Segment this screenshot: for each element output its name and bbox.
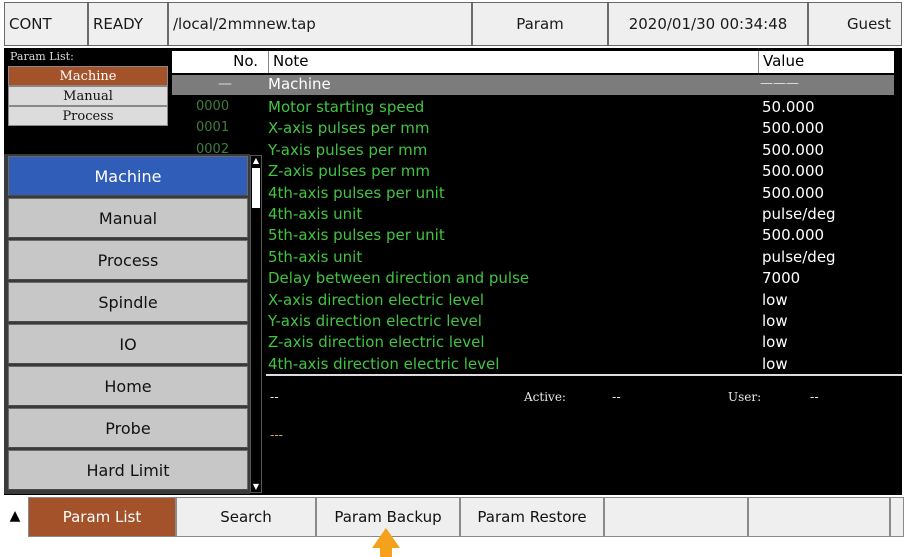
- triangle-up-icon[interactable]: ▲: [251, 156, 261, 166]
- table-row[interactable]: 0002 Y-axis pulses per mm 500.000: [172, 140, 894, 161]
- user-indicator: Guest: [808, 2, 902, 46]
- table-row[interactable]: X-axis direction electric level low: [172, 290, 894, 311]
- param-note: Y-axis direction electric level: [268, 312, 482, 330]
- table-group-row[interactable]: — Machine ———: [172, 75, 894, 95]
- group-value: ———: [760, 76, 799, 91]
- table-row[interactable]: 5th-axis unit pulse/deg: [172, 247, 894, 268]
- param-restore-button[interactable]: Param Restore: [460, 497, 604, 537]
- menu-item-manual[interactable]: Manual: [8, 198, 248, 238]
- category-manual[interactable]: Manual: [8, 86, 168, 106]
- param-value: pulse/deg: [762, 205, 836, 223]
- param-note: 5th-axis pulses per unit: [268, 226, 445, 245]
- datetime-display: 2020/01/30 00:34:48: [608, 2, 808, 46]
- param-value: low: [762, 312, 788, 330]
- param-value: low: [762, 290, 788, 309]
- param-value: 500.000: [762, 183, 825, 202]
- param-number: 0000: [196, 99, 230, 114]
- search-button[interactable]: Search: [176, 497, 316, 537]
- category-process[interactable]: Process: [8, 106, 168, 126]
- table-row[interactable]: 4th-axis unit pulse/deg: [172, 204, 894, 225]
- table-row[interactable]: 4th-axis direction electric level low: [172, 354, 894, 375]
- softkey-bar: ▲ Param List Search Param Backup Param R…: [0, 497, 904, 537]
- screen-name: Param: [472, 2, 608, 46]
- header-note: Note: [268, 51, 758, 73]
- triangle-up-icon[interactable]: ▲: [6, 497, 24, 537]
- active-value: --: [612, 390, 621, 404]
- param-value: pulse/deg: [762, 247, 836, 266]
- group-no: —: [218, 76, 232, 92]
- param-info-line: --: [270, 390, 279, 404]
- table-row[interactable]: 0000 Motor starting speed 50.000: [172, 97, 894, 118]
- param-description-line: ---: [270, 428, 283, 442]
- param-note: 4th-axis direction electric level: [268, 354, 500, 373]
- param-value: 500.000: [762, 162, 825, 181]
- up-arrow-pointer-icon: [372, 528, 400, 548]
- table-row[interactable]: 0001 X-axis pulses per mm 500.000: [172, 118, 894, 139]
- param-note: 5th-axis unit: [268, 247, 363, 266]
- param-note: 4th-axis pulses per unit: [268, 183, 445, 202]
- group-title: Machine: [268, 75, 331, 93]
- menu-item-hard-limit[interactable]: Hard Limit: [8, 450, 248, 490]
- param-value: 500.000: [762, 226, 825, 245]
- menu-item-io[interactable]: IO: [8, 324, 248, 364]
- header-value: Value: [758, 51, 894, 73]
- param-value: 7000: [762, 269, 801, 288]
- divider: [266, 374, 902, 376]
- user-value: --: [810, 390, 819, 404]
- param-note: Z-axis pulses per mm: [268, 162, 430, 181]
- param-category-menu: Machine Manual Process Spindle IO Home P…: [4, 154, 250, 494]
- param-value: low: [762, 333, 788, 352]
- param-number: 0001: [196, 120, 230, 136]
- status-bar: CONT READY /local/2mmnew.tap Param 2020/…: [4, 0, 902, 48]
- state-indicator: READY: [88, 2, 168, 46]
- param-note: Delay between direction and pulse: [268, 269, 530, 288]
- param-value: 500.000: [762, 140, 825, 159]
- table-row[interactable]: 4th-axis pulses per unit 500.000: [172, 183, 894, 204]
- menu-scrollbar[interactable]: ▲ ▼: [250, 155, 262, 493]
- table-row[interactable]: 5th-axis pulses per unit 500.000: [172, 225, 894, 246]
- menu-item-process[interactable]: Process: [8, 240, 248, 280]
- up-arrow-pointer-stem: [380, 547, 392, 557]
- menu-item-probe[interactable]: Probe: [8, 408, 248, 448]
- table-row[interactable]: Z-axis pulses per mm 500.000: [172, 161, 894, 182]
- param-value: 500.000: [762, 119, 825, 138]
- empty-softkey[interactable]: [890, 497, 904, 537]
- empty-softkey[interactable]: [604, 497, 748, 537]
- table-row[interactable]: Z-axis direction electric level low: [172, 332, 894, 353]
- current-file: /local/2mmnew.tap: [168, 2, 472, 46]
- param-note: 4th-axis unit: [268, 205, 363, 223]
- param-list-title: Param List:: [10, 50, 74, 63]
- table-header: No. Note Value: [172, 51, 894, 73]
- menu-item-machine[interactable]: Machine: [8, 156, 248, 196]
- scrollbar-thumb[interactable]: [252, 168, 260, 208]
- active-label: Active:: [524, 390, 566, 404]
- header-no: No.: [233, 52, 258, 70]
- param-note: X-axis direction electric level: [268, 290, 485, 309]
- table-row[interactable]: Y-axis direction electric level low: [172, 311, 894, 332]
- param-list-button[interactable]: Param List: [28, 497, 176, 537]
- param-note: X-axis pulses per mm: [268, 119, 430, 138]
- menu-item-home[interactable]: Home: [8, 366, 248, 406]
- menu-item-spindle[interactable]: Spindle: [8, 282, 248, 322]
- param-value: 50.000: [762, 98, 815, 116]
- user-label: User:: [728, 390, 762, 404]
- triangle-down-icon[interactable]: ▼: [251, 482, 261, 492]
- param-note: Y-axis pulses per mm: [268, 140, 428, 159]
- mode-indicator: CONT: [4, 2, 88, 46]
- empty-softkey[interactable]: [748, 497, 890, 537]
- param-note: Z-axis direction electric level: [268, 333, 485, 352]
- param-value: low: [762, 354, 788, 373]
- category-machine[interactable]: Machine: [8, 66, 168, 86]
- param-note: Motor starting speed: [268, 98, 425, 116]
- table-row[interactable]: Delay between direction and pulse 7000: [172, 268, 894, 289]
